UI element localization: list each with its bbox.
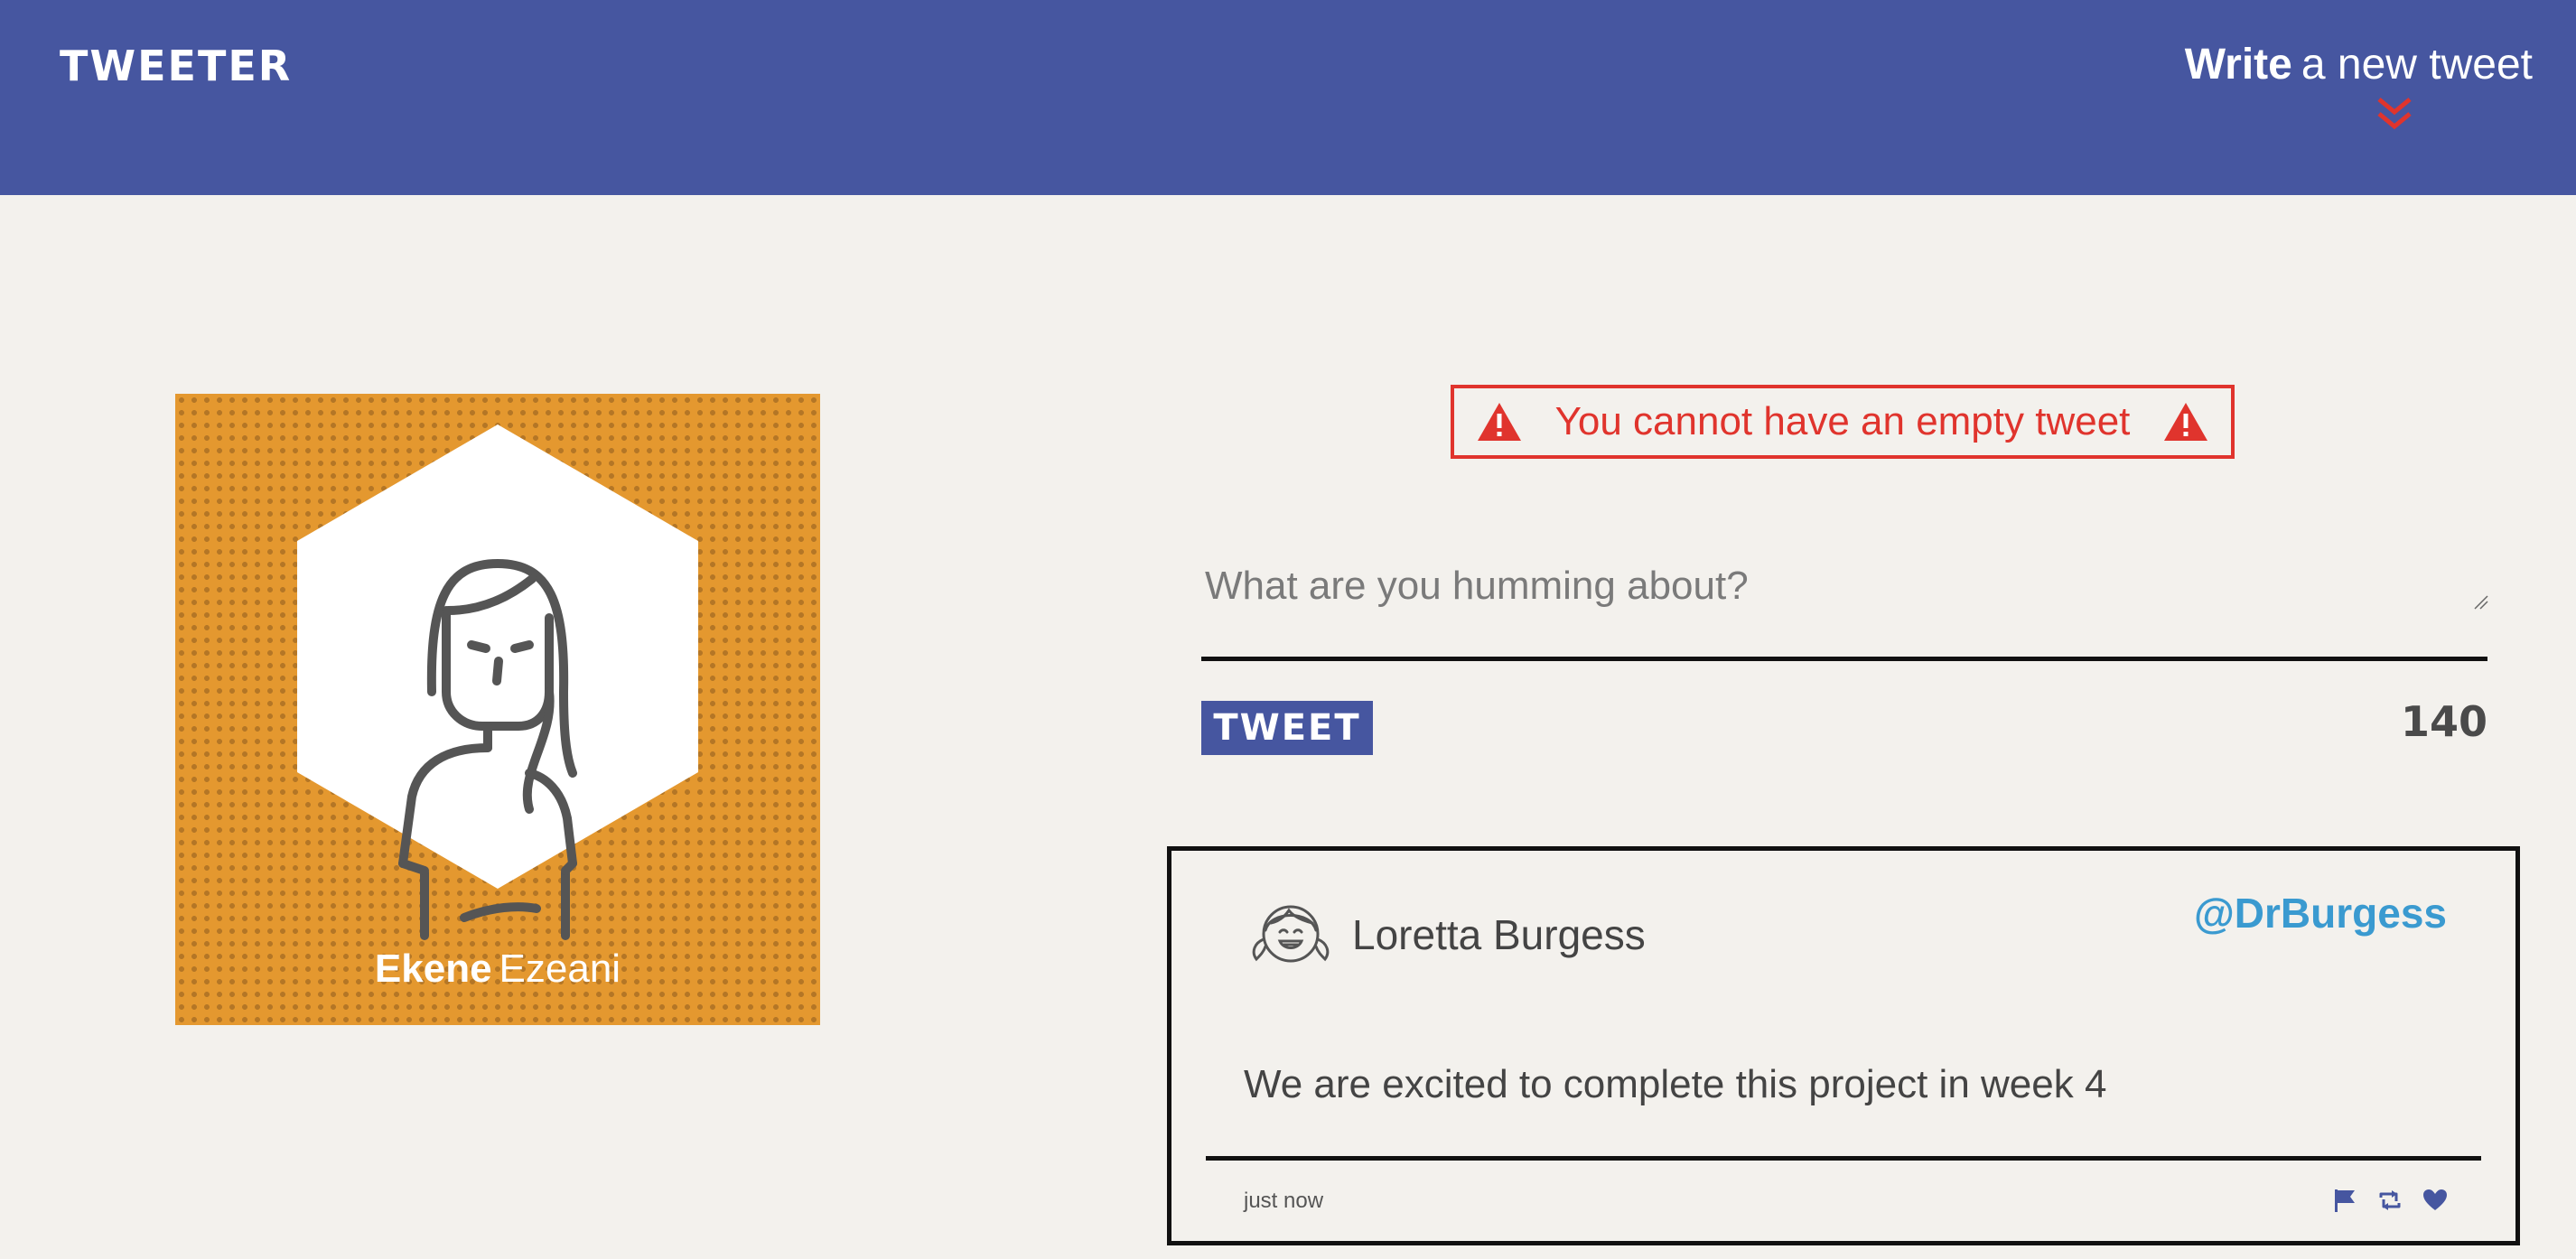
tweet-actions [2331, 1187, 2449, 1214]
profile-name: Ekene Ezeani [175, 947, 820, 992]
profile-last-name: Ezeani [499, 947, 621, 991]
compose-label-light: a new tweet [2301, 41, 2533, 89]
brand-logo[interactable]: TWEETER [60, 42, 292, 90]
warning-triangle-icon [2163, 403, 2207, 441]
tweet-author-name: Loretta Burgess [1352, 911, 1646, 958]
character-counter: 140 [2400, 697, 2487, 746]
tweet-text: We are excited to complete this project … [1244, 1062, 2107, 1106]
tweet-submit-button[interactable]: TWEET [1201, 701, 1373, 755]
tweet-card: Loretta Burgess @DrBurgess We are excite… [1167, 846, 2520, 1245]
tweet-timestamp: just now [1244, 1189, 1324, 1213]
tweet-divider [1206, 1156, 2481, 1161]
profile-first-name: Ekene [374, 947, 492, 991]
retweet-icon[interactable] [2376, 1187, 2403, 1214]
smiling-girl-avatar-icon [1252, 905, 1330, 963]
double-chevron-down-icon[interactable] [2374, 94, 2415, 135]
heart-icon[interactable] [2422, 1187, 2449, 1214]
woman-avatar-icon [297, 424, 698, 940]
flag-icon[interactable] [2331, 1187, 2358, 1214]
warning-triangle-icon [1478, 403, 1521, 441]
compose-label-strong: Write [2184, 41, 2292, 89]
tweet-author-handle[interactable]: @DrBurgess [2194, 889, 2447, 937]
tweet-input[interactable] [1201, 540, 2487, 661]
error-banner: You cannot have an empty tweet [1451, 385, 2235, 459]
profile-card: Ekene Ezeani [175, 394, 820, 1025]
resize-handle-icon[interactable] [2471, 592, 2489, 611]
error-message: You cannot have an empty tweet [1554, 399, 2131, 443]
compose-toggle[interactable]: Write a new tweet [2185, 40, 2533, 89]
nav-bar: TWEETER Write a new tweet [0, 0, 2576, 195]
